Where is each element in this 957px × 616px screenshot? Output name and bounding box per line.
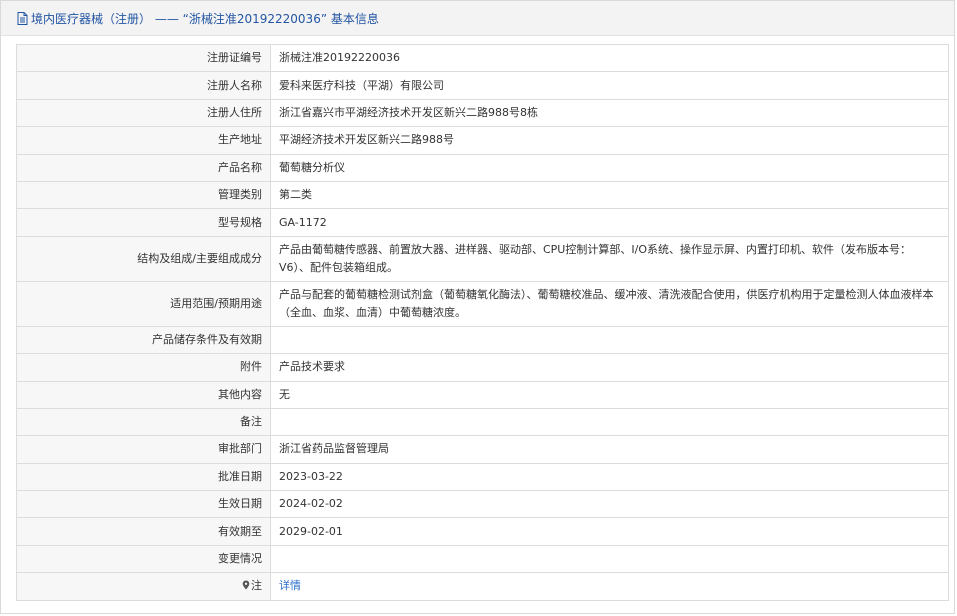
row-value: 葡萄糖分析仪: [270, 153, 949, 182]
row-label: 结构及组成/主要组成成分: [16, 235, 271, 282]
row-value: 爱科来医疗科技（平湖）有限公司: [270, 71, 949, 100]
row-label: 附件: [16, 353, 271, 382]
table-row: 注 详情: [16, 572, 949, 601]
table-row: 审批部门 浙江省药品监督管理局: [16, 435, 949, 464]
row-value: 无: [270, 380, 949, 409]
row-value: GA-1172: [270, 208, 949, 237]
table-row: 生效日期 2024-02-02: [16, 490, 949, 519]
document-icon: [17, 11, 28, 25]
page-title: 境内医疗器械（注册） —— “浙械注准20192220036” 基本信息: [31, 11, 379, 26]
table-row: 生产地址 平湖经济技术开发区新兴二路988号: [16, 126, 949, 155]
table-row: 产品名称 葡萄糖分析仪: [16, 153, 949, 182]
row-label: 管理类别: [16, 180, 271, 210]
row-value: 平湖经济技术开发区新兴二路988号: [270, 126, 949, 155]
row-label: 审批部门: [16, 435, 271, 464]
row-value: 产品与配套的葡萄糖检测试剂盒（葡萄糖氧化酶法）、葡萄糖校准品、缓冲液、清洗液配合…: [270, 280, 949, 327]
row-label: 注册人住所: [16, 98, 271, 128]
table-row: 适用范围/预期用途 产品与配套的葡萄糖检测试剂盒（葡萄糖氧化酶法）、葡萄糖校准品…: [16, 280, 949, 327]
table-row: 产品储存条件及有效期: [16, 325, 949, 355]
row-label: 产品名称: [16, 153, 271, 182]
row-value: 浙械注准20192220036: [270, 43, 949, 73]
row-value: 产品技术要求: [270, 353, 949, 382]
details-link[interactable]: 详情: [279, 579, 301, 592]
row-value: [270, 407, 949, 437]
table-row: 注册人住所 浙江省嘉兴市平湖经济技术开发区新兴二路988号8栋: [16, 98, 949, 128]
info-table: 注册证编号 浙械注准20192220036 注册人名称 爱科来医疗科技（平湖）有…: [16, 43, 949, 601]
panel-header: 境内医疗器械（注册） —— “浙械注准20192220036” 基本信息: [1, 1, 954, 36]
note-value-cell: 详情: [270, 572, 949, 601]
table-row: 注册证编号 浙械注准20192220036: [16, 43, 949, 73]
table-row: 注册人名称 爱科来医疗科技（平湖）有限公司: [16, 71, 949, 100]
table-row: 有效期至 2029-02-01: [16, 517, 949, 546]
table-row: 变更情况: [16, 544, 949, 574]
row-value: 2024-02-02: [270, 490, 949, 519]
row-label: 备注: [16, 407, 271, 437]
row-value: 产品由葡萄糖传感器、前置放大器、进样器、驱动部、CPU控制计算部、I/O系统、操…: [270, 235, 949, 282]
table-row: 附件 产品技术要求: [16, 353, 949, 382]
row-label: 注册人名称: [16, 71, 271, 100]
table-row: 批准日期 2023-03-22: [16, 462, 949, 492]
row-label: 生效日期: [16, 490, 271, 519]
row-label: 生产地址: [16, 126, 271, 155]
row-label: 变更情况: [16, 544, 271, 574]
row-value: 2029-02-01: [270, 517, 949, 546]
detail-panel: 境内医疗器械（注册） —— “浙械注准20192220036” 基本信息 注册证…: [0, 0, 955, 614]
row-label: 产品储存条件及有效期: [16, 325, 271, 355]
row-value: 第二类: [270, 180, 949, 210]
row-label: 其他内容: [16, 380, 271, 409]
row-label: 注册证编号: [16, 43, 271, 73]
row-value: 浙江省嘉兴市平湖经济技术开发区新兴二路988号8栋: [270, 98, 949, 128]
table-row: 型号规格 GA-1172: [16, 208, 949, 237]
table-row: 结构及组成/主要组成成分 产品由葡萄糖传感器、前置放大器、进样器、驱动部、CPU…: [16, 235, 949, 282]
row-label: 适用范围/预期用途: [16, 280, 271, 327]
table-row: 其他内容 无: [16, 380, 949, 409]
table-row: 管理类别 第二类: [16, 180, 949, 210]
row-value: [270, 325, 949, 355]
row-value: [270, 544, 949, 574]
pin-icon: [242, 580, 250, 590]
row-value: 浙江省药品监督管理局: [270, 435, 949, 464]
row-label: 型号规格: [16, 208, 271, 237]
row-value: 2023-03-22: [270, 462, 949, 492]
note-label: 注: [251, 579, 262, 593]
row-label: 批准日期: [16, 462, 271, 492]
table-row: 备注: [16, 407, 949, 437]
row-label: 有效期至: [16, 517, 271, 546]
note-label-cell: 注: [16, 572, 271, 601]
